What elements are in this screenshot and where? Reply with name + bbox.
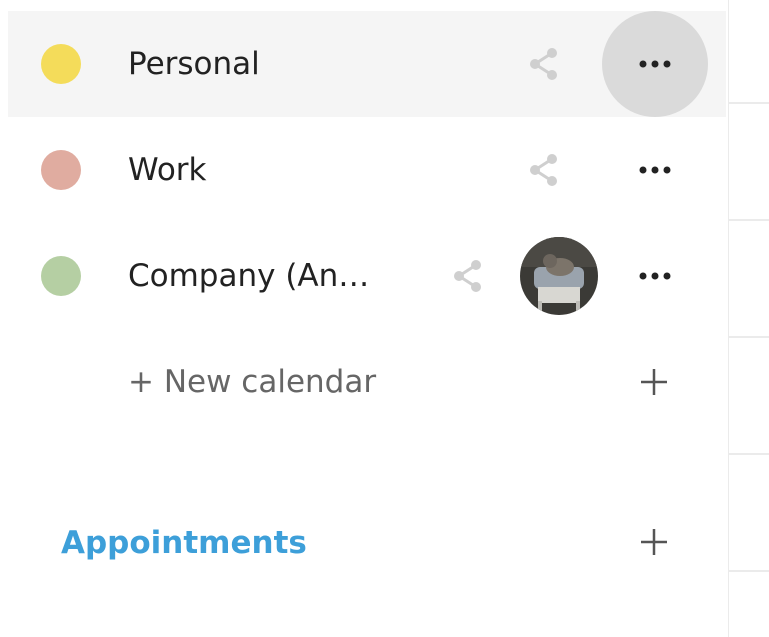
grid-line xyxy=(729,570,769,572)
more-options-button[interactable] xyxy=(602,223,708,329)
more-options-button[interactable] xyxy=(602,117,708,223)
calendar-name: Company (An… xyxy=(128,258,370,294)
calendar-item-company[interactable]: Company (An… xyxy=(8,223,726,329)
plus-icon[interactable] xyxy=(639,367,669,397)
more-horizontal-icon xyxy=(639,272,671,280)
new-calendar-button[interactable]: + New calendar xyxy=(8,329,726,435)
calendar-list: Personal Work Company (An… + New calenda… xyxy=(8,11,726,435)
calendar-color-dot[interactable] xyxy=(41,256,81,296)
appointments-link[interactable]: Appointments xyxy=(61,490,307,596)
user-avatar[interactable] xyxy=(520,237,598,315)
calendar-name: Work xyxy=(128,152,207,188)
more-options-button[interactable] xyxy=(602,11,708,117)
share-icon[interactable] xyxy=(448,256,488,296)
grid-line xyxy=(729,102,769,104)
grid-line xyxy=(729,219,769,221)
calendar-item-work[interactable]: Work xyxy=(8,117,726,223)
more-horizontal-icon xyxy=(639,60,671,68)
grid-line xyxy=(729,453,769,455)
calendar-name: Personal xyxy=(128,46,260,82)
plus-icon[interactable] xyxy=(639,527,669,557)
calendar-item-personal[interactable]: Personal xyxy=(8,11,726,117)
more-horizontal-icon xyxy=(639,166,671,174)
content-divider xyxy=(728,0,729,637)
new-calendar-label: + New calendar xyxy=(128,364,377,400)
calendar-color-dot[interactable] xyxy=(41,44,81,84)
calendar-color-dot[interactable] xyxy=(41,150,81,190)
grid-line xyxy=(729,336,769,338)
share-icon[interactable] xyxy=(524,150,564,190)
appointments-section: Appointments xyxy=(8,490,726,596)
share-icon[interactable] xyxy=(524,44,564,84)
